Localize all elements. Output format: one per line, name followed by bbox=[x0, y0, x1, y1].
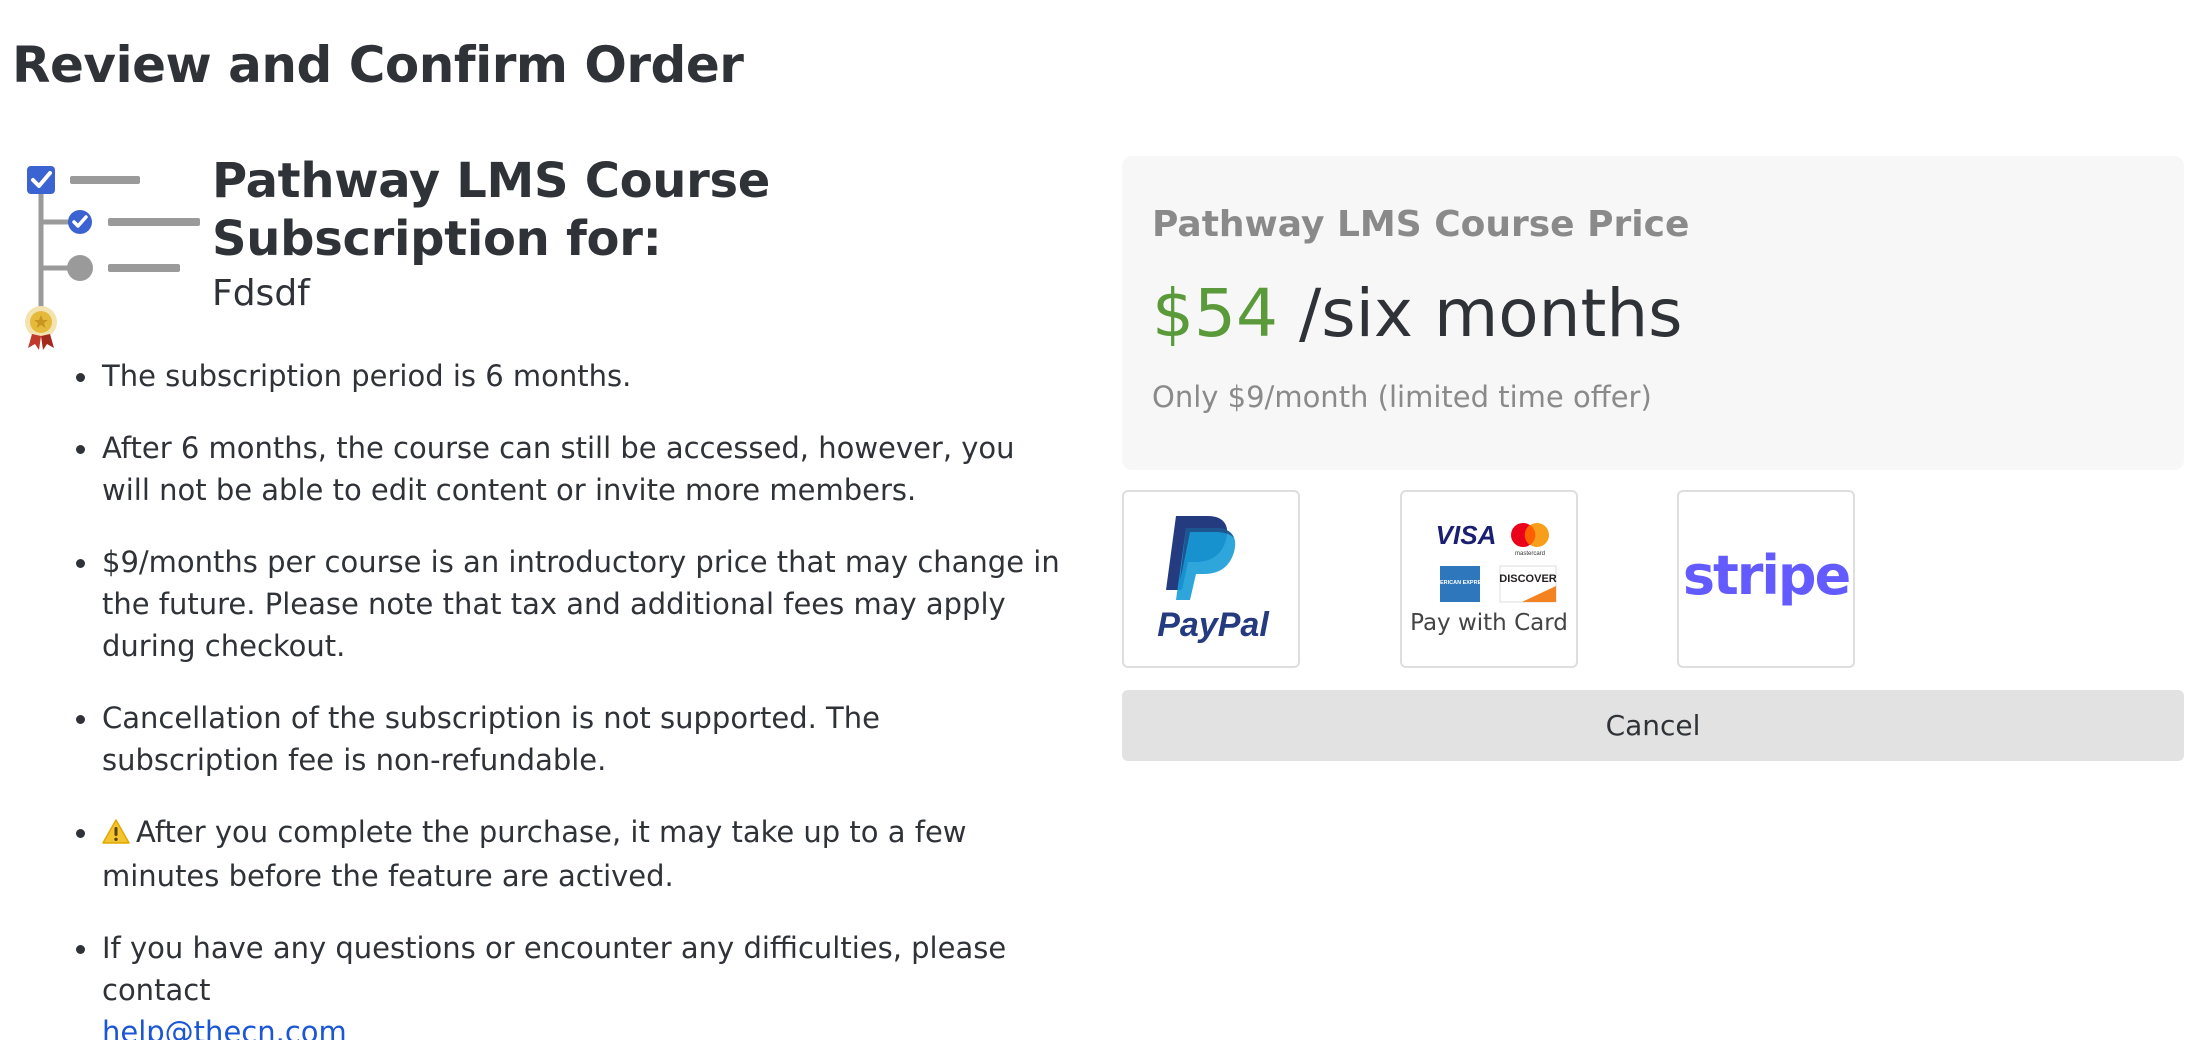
help-email-link[interactable]: help@thecn.com bbox=[102, 1015, 347, 1040]
svg-text:AMERICAN EXPRESS: AMERICAN EXPRESS bbox=[1431, 580, 1488, 586]
term-text: After you complete the purchase, it may … bbox=[102, 815, 967, 893]
price-label: Pathway LMS Course Price bbox=[1152, 204, 1690, 245]
cancel-button[interactable]: Cancel bbox=[1122, 690, 2184, 761]
list-item: Cancellation of the subscription is not … bbox=[76, 697, 1062, 781]
term-text: $9/months per course is an introductory … bbox=[102, 545, 1060, 663]
pay-with-card-label: Pay with Card bbox=[1410, 610, 1568, 636]
price-card: Pathway LMS Course Price $54 /six months… bbox=[1122, 156, 2184, 470]
term-text: After 6 months, the course can still be … bbox=[102, 431, 1015, 507]
price-line: $54 /six months bbox=[1152, 274, 1683, 354]
list-item: After you complete the purchase, it may … bbox=[76, 811, 1062, 897]
warning-icon bbox=[102, 813, 130, 855]
price-note: Only $9/month (limited time offer) bbox=[1152, 380, 1652, 414]
list-item: After 6 months, the course can still be … bbox=[76, 427, 1062, 511]
pay-with-card-button[interactable]: VISA mastercard AMERICAN EXPRESS DISCOVE… bbox=[1400, 490, 1578, 668]
term-text: If you have any questions or encounter a… bbox=[102, 931, 1007, 1007]
course-name: Fdsdf bbox=[212, 273, 310, 314]
svg-text:mastercard: mastercard bbox=[1515, 551, 1545, 557]
svg-text:DISCOVER: DISCOVER bbox=[1499, 573, 1557, 585]
subscription-terms-list: The subscription period is 6 months. Aft… bbox=[76, 355, 1062, 1040]
list-item: If you have any questions or encounter a… bbox=[76, 927, 1062, 1040]
order-review-page: Review and Confirm Order Pathway LMS Cou… bbox=[0, 0, 2202, 1040]
svg-text:PayPal: PayPal bbox=[1157, 606, 1270, 644]
course-title: Pathway LMS Course Subscription for: bbox=[212, 153, 771, 267]
paypal-button[interactable]: PayPal bbox=[1122, 490, 1300, 668]
list-item: $9/months per course is an introductory … bbox=[76, 541, 1062, 667]
svg-text:VISA: VISA bbox=[1436, 520, 1497, 550]
stripe-logo: stripe bbox=[1682, 544, 1851, 607]
list-item: The subscription period is 6 months. bbox=[76, 355, 1062, 397]
stripe-button[interactable]: stripe bbox=[1677, 490, 1855, 668]
price-amount: $54 bbox=[1152, 275, 1278, 352]
page-title: Review and Confirm Order bbox=[12, 36, 744, 94]
term-text: The subscription period is 6 months. bbox=[102, 359, 632, 393]
term-text: Cancellation of the subscription is not … bbox=[102, 701, 880, 777]
course-checklist-icon bbox=[20, 160, 210, 350]
price-period: /six months bbox=[1298, 275, 1683, 352]
course-heading: Pathway LMS Course Subscription for: Fds… bbox=[212, 152, 1072, 316]
